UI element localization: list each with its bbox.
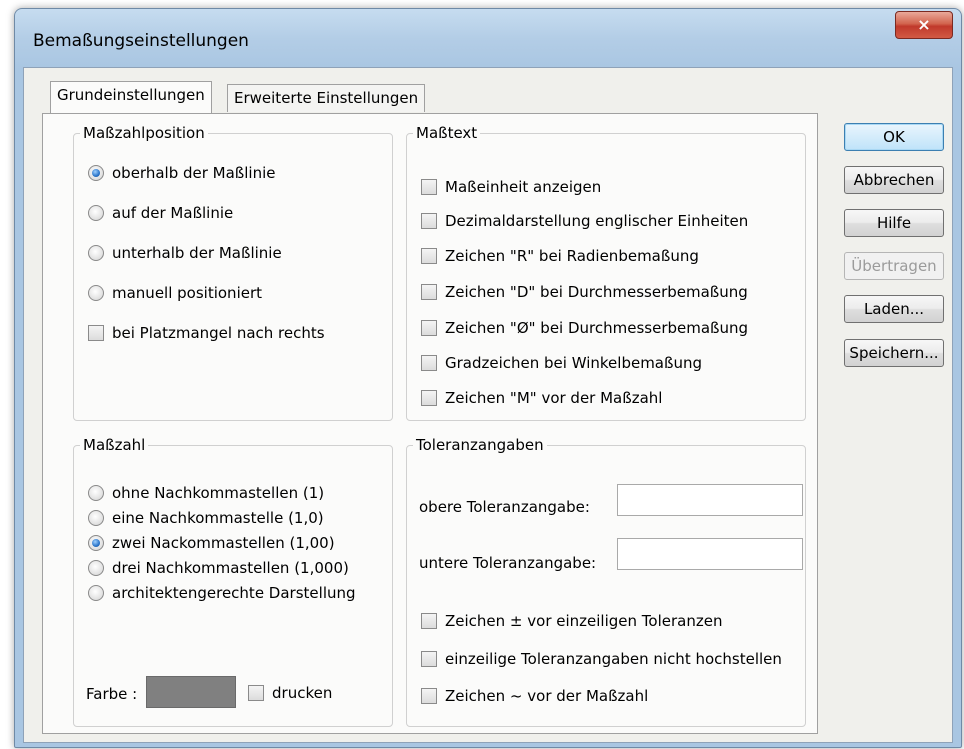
checkbox-icon[interactable] [421, 688, 437, 704]
untere-toleranz-label: untere Toleranzangabe: [419, 554, 597, 572]
radio-icon[interactable] [88, 585, 104, 601]
checkbox-dezimal[interactable]: Dezimaldarstellung englischer Einheiten [421, 212, 748, 230]
group-toleranzangaben: Toleranzangaben obere Toleranzangabe: un… [406, 436, 806, 727]
checkbox-gradzeichen[interactable]: Gradzeichen bei Winkelbemaßung [421, 354, 702, 372]
untere-toleranz-input[interactable] [617, 538, 803, 570]
checkbox-label: Dezimaldarstellung englischer Einheiten [445, 212, 749, 230]
checkbox-label: drucken [272, 684, 333, 702]
radio-label: zwei Nackommastellen (1,00) [112, 534, 335, 552]
uebertragen-button: Übertragen [844, 252, 944, 280]
checkbox-zeichen-plusminus[interactable]: Zeichen ± vor einzeiligen Toleranzen [421, 612, 722, 630]
checkbox-label: einzeilige Toleranzangaben nicht hochste… [445, 650, 782, 668]
radio-icon[interactable] [88, 285, 104, 301]
radio-eine-nachkomma[interactable]: eine Nachkommastelle (1,0) [88, 509, 324, 527]
checkbox-nicht-hochstellen[interactable]: einzeilige Toleranzangaben nicht hochste… [421, 650, 782, 668]
radio-drei-nachkomma[interactable]: drei Nachkommastellen (1,000) [88, 559, 349, 577]
dialog-client: Grundeinstellungen Erweiterte Einstellun… [23, 67, 953, 743]
checkbox-masseinheit[interactable]: Maßeinheit anzeigen [421, 178, 601, 196]
checkbox-icon[interactable] [421, 320, 437, 336]
radio-unterhalb[interactable]: unterhalb der Maßlinie [88, 244, 282, 262]
checkbox-label: bei Platzmangel nach rechts [112, 324, 325, 342]
checkbox-icon[interactable] [421, 284, 437, 300]
checkbox-label: Maßeinheit anzeigen [445, 178, 602, 196]
farbe-color-swatch[interactable] [146, 676, 236, 708]
tab-grundeinstellungen[interactable]: Grundeinstellungen [50, 81, 212, 113]
radio-label: manuell positioniert [112, 284, 263, 302]
checkbox-label: Zeichen ~ vor der Maßzahl [445, 687, 649, 705]
radio-icon[interactable] [88, 560, 104, 576]
radio-checked-icon[interactable] [88, 165, 104, 181]
radio-icon[interactable] [88, 245, 104, 261]
group-masszahlposition: Maßzahlposition oberhalb der Maßlinie au… [73, 124, 393, 421]
checkbox-label: Zeichen "Ø" bei Durchmesserbemaßung [445, 319, 749, 337]
dialog-window: Bemaßungseinstellungen × Grundeinstellun… [14, 8, 962, 748]
radio-architektengerecht[interactable]: architektengerechte Darstellung [88, 584, 356, 602]
tab-panel: Maßzahlposition oberhalb der Maßlinie au… [42, 113, 818, 734]
checkbox-zeichen-m[interactable]: Zeichen "M" vor der Maßzahl [421, 389, 662, 407]
radio-label: oberhalb der Maßlinie [112, 164, 276, 182]
radio-icon[interactable] [88, 485, 104, 501]
checkbox-icon[interactable] [421, 613, 437, 629]
farbe-label: Farbe : [86, 685, 138, 703]
abbrechen-button[interactable]: Abbrechen [844, 166, 944, 194]
group-toleranzangaben-legend: Toleranzangaben [416, 436, 544, 454]
checkbox-label: Zeichen "R" bei Radienbemaßung [445, 247, 699, 265]
radio-label: architektengerechte Darstellung [112, 584, 356, 602]
checkbox-icon[interactable] [248, 685, 264, 701]
window-title: Bemaßungseinstellungen [33, 31, 249, 51]
checkbox-drucken[interactable]: drucken [248, 684, 332, 702]
group-masstext-legend: Maßtext [416, 124, 478, 142]
radio-ohne-nachkomma[interactable]: ohne Nachkommastellen (1) [88, 484, 324, 502]
close-icon[interactable]: × [895, 11, 953, 39]
laden-button[interactable]: Laden... [844, 295, 944, 323]
checkbox-icon[interactable] [421, 213, 437, 229]
radio-manuell[interactable]: manuell positioniert [88, 284, 262, 302]
speichern-button[interactable]: Speichern... [844, 339, 944, 367]
obere-toleranz-input[interactable] [617, 484, 803, 516]
checkbox-zeichen-r[interactable]: Zeichen "R" bei Radienbemaßung [421, 247, 699, 265]
group-masszahlposition-legend: Maßzahlposition [83, 124, 205, 142]
radio-icon[interactable] [88, 510, 104, 526]
checkbox-label: Gradzeichen bei Winkelbemaßung [445, 354, 702, 372]
radio-checked-icon[interactable] [88, 535, 104, 551]
checkbox-zeichen-d[interactable]: Zeichen "D" bei Durchmesserbemaßung [421, 283, 748, 301]
radio-label: ohne Nachkommastellen (1) [112, 484, 325, 502]
checkbox-icon[interactable] [421, 248, 437, 264]
checkbox-zeichen-oe[interactable]: Zeichen "Ø" bei Durchmesserbemaßung [421, 319, 748, 337]
radio-zwei-nachkomma[interactable]: zwei Nackommastellen (1,00) [88, 534, 335, 552]
checkbox-label: Zeichen ± vor einzeiligen Toleranzen [445, 612, 723, 630]
radio-label: unterhalb der Maßlinie [112, 244, 282, 262]
checkbox-icon[interactable] [421, 651, 437, 667]
hilfe-button[interactable]: Hilfe [844, 209, 944, 237]
checkbox-icon[interactable] [421, 390, 437, 406]
radio-auf[interactable]: auf der Maßlinie [88, 204, 233, 222]
checkbox-platzmangel[interactable]: bei Platzmangel nach rechts [88, 324, 325, 342]
checkbox-icon[interactable] [88, 325, 104, 341]
checkbox-label: Zeichen "M" vor der Maßzahl [445, 389, 663, 407]
checkbox-icon[interactable] [421, 179, 437, 195]
group-masszahl: Maßzahl ohne Nachkommastellen (1) eine N… [73, 436, 393, 727]
group-masszahl-legend: Maßzahl [83, 436, 146, 454]
radio-label: eine Nachkommastelle (1,0) [112, 509, 324, 527]
radio-label: drei Nachkommastellen (1,000) [112, 559, 349, 577]
checkbox-zeichen-tilde[interactable]: Zeichen ~ vor der Maßzahl [421, 687, 648, 705]
obere-toleranz-label: obere Toleranzangabe: [419, 498, 590, 516]
checkbox-icon[interactable] [421, 355, 437, 371]
group-masstext: Maßtext Maßeinheit anzeigen Dezimaldarst… [406, 124, 806, 421]
tab-erweiterte-einstellungen[interactable]: Erweiterte Einstellungen [227, 84, 426, 112]
ok-button[interactable]: OK [844, 123, 944, 151]
radio-icon[interactable] [88, 205, 104, 221]
radio-oberhalb[interactable]: oberhalb der Maßlinie [88, 164, 276, 182]
radio-label: auf der Maßlinie [112, 204, 234, 222]
checkbox-label: Zeichen "D" bei Durchmesserbemaßung [445, 283, 748, 301]
